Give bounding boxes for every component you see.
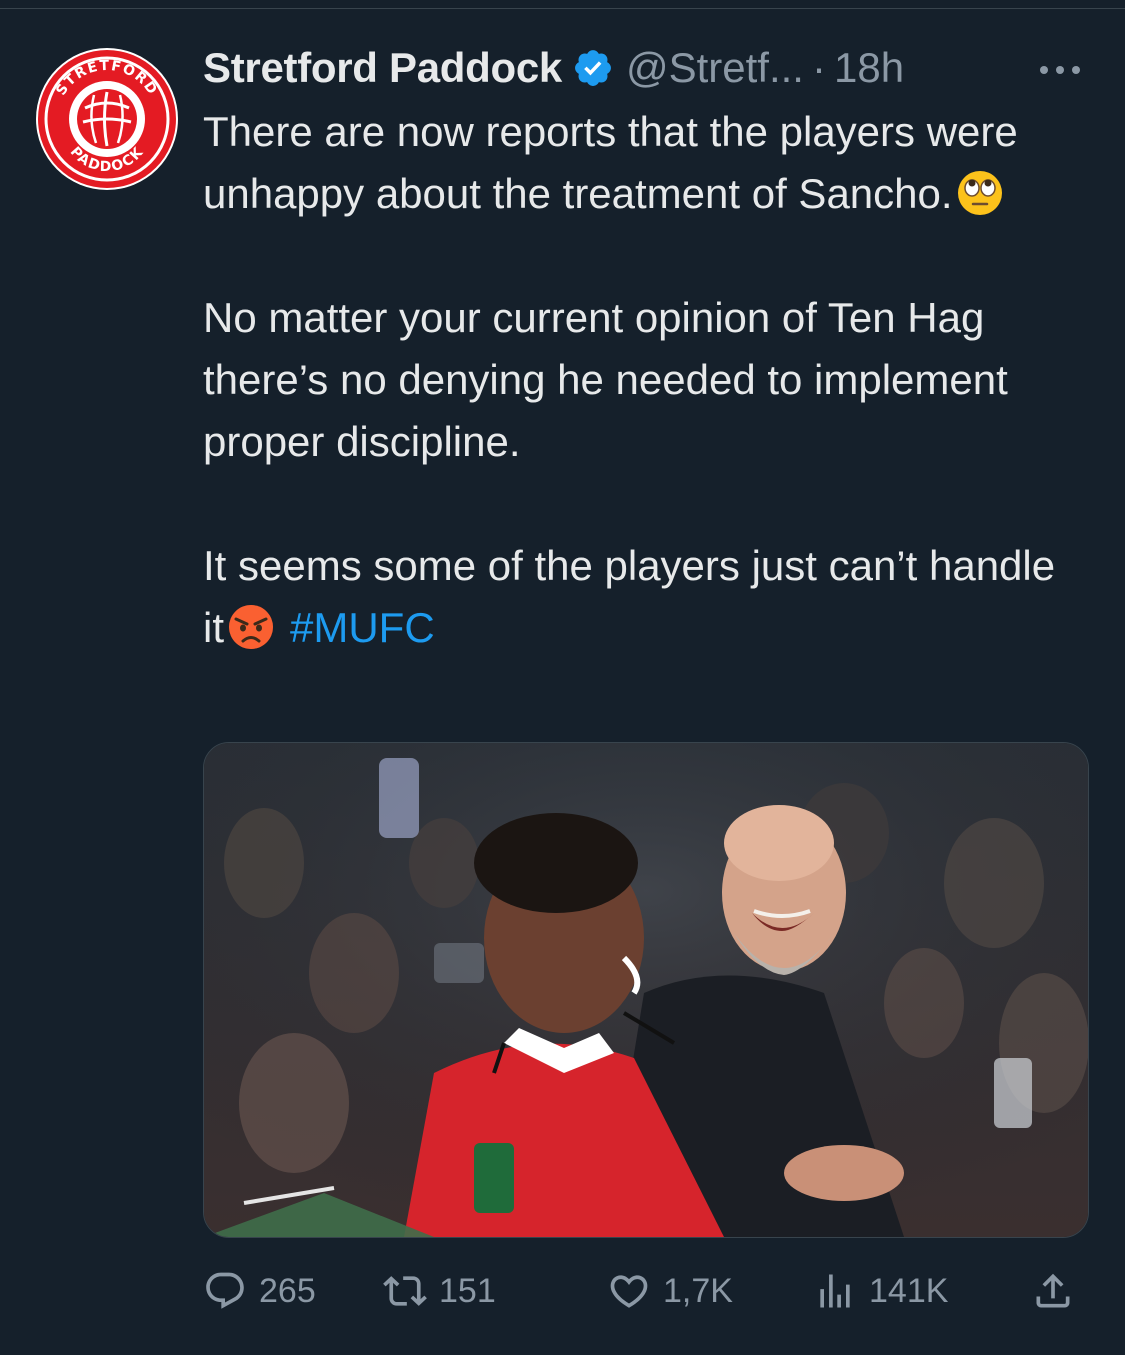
like-icon xyxy=(610,1275,648,1308)
verified-badge-icon[interactable] xyxy=(572,47,614,89)
tweet-actions: 265 151 1,7K 141K xyxy=(203,1258,1087,1324)
top-divider xyxy=(0,8,1125,9)
tweet-media-photo[interactable] xyxy=(203,742,1089,1238)
pouting-face-icon xyxy=(226,602,276,652)
share-button[interactable] xyxy=(1031,1258,1087,1324)
avatar[interactable]: STRETFORD PADDOCK xyxy=(36,48,178,190)
tweet-paragraph: It seems some of the players just can’t … xyxy=(203,535,1083,659)
face-with-rolling-eyes-icon xyxy=(955,168,1005,218)
retweet-icon xyxy=(383,1276,427,1306)
handle[interactable]: @Stretf... xyxy=(626,44,804,92)
tweet-header: Stretford Paddock @Stretf... · 18h xyxy=(203,38,904,98)
reply-button[interactable]: 265 xyxy=(203,1258,316,1324)
reply-count: 265 xyxy=(259,1271,316,1310)
tweet-paragraph-1-text: There are now reports that the players w… xyxy=(203,108,1018,217)
tweet-paragraph: There are now reports that the players w… xyxy=(203,101,1083,225)
hashtag-link[interactable]: #MUFC xyxy=(290,604,435,651)
more-icon[interactable] xyxy=(1035,60,1085,80)
retweet-button[interactable]: 151 xyxy=(383,1258,496,1324)
views-count: 141K xyxy=(869,1271,949,1310)
photo-illustration xyxy=(204,743,1088,1237)
tweet-paragraph-2-text: No matter your current opinion of Ten Ha… xyxy=(203,294,1008,465)
tweet-text: There are now reports that the players w… xyxy=(203,101,1083,659)
reply-icon xyxy=(206,1272,244,1309)
display-name[interactable]: Stretford Paddock xyxy=(203,44,562,92)
retweet-count: 151 xyxy=(439,1271,496,1310)
timestamp[interactable]: 18h xyxy=(834,44,904,92)
stretford-paddock-logo: STRETFORD PADDOCK xyxy=(38,50,176,188)
views-icon xyxy=(820,1274,850,1308)
like-count: 1,7K xyxy=(663,1271,733,1310)
views-button[interactable]: 141K xyxy=(813,1258,948,1324)
tweet-paragraph: No matter your current opinion of Ten Ha… xyxy=(203,287,1083,473)
share-icon xyxy=(1036,1273,1070,1308)
separator: · xyxy=(811,44,826,91)
like-button[interactable]: 1,7K xyxy=(607,1258,733,1324)
